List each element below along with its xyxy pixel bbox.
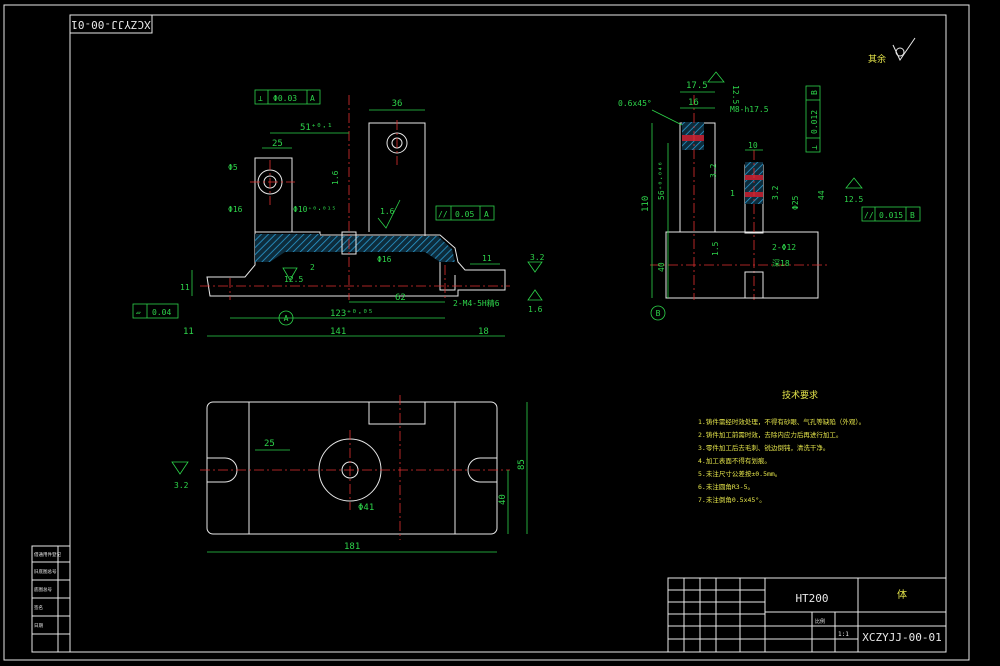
part-name-cell: 体: [897, 589, 907, 601]
dim-25: 25: [272, 139, 283, 149]
side-dim-44: 44: [817, 190, 826, 200]
left-side-strip: 借通用件登记 旧底图总号 底图总号 签名 日期: [31, 545, 71, 653]
roughness-check-symbol: [892, 37, 916, 62]
side-dim-depth18: 深18: [772, 259, 790, 268]
stamp-text: XCZYJJ-00-01: [71, 18, 150, 31]
top-dim-85: 85: [517, 459, 527, 470]
svg-text:0.015: 0.015: [879, 211, 903, 220]
drawing-number-cell: XCZYJJ-00-01: [862, 631, 941, 644]
svg-text://: //: [438, 210, 448, 219]
front-view: 36 25 51⁺⁰·¹ Φ5 Φ16 Φ10⁺⁰·⁰¹⁵ 1.6 1.6 Φ1…: [132, 89, 545, 337]
roughness-note: 其余: [868, 37, 916, 65]
svg-text:⊥: ⊥: [258, 94, 263, 103]
material-cell: HT200: [795, 592, 828, 605]
dim-141: 141: [330, 327, 346, 337]
dim-phi5: Φ5: [228, 163, 238, 172]
sheet-label: 1:1: [838, 631, 849, 638]
side-dim-12-5-top: 12.5: [731, 85, 740, 104]
dim-36: 36: [392, 99, 403, 109]
svg-text:Φ0.03: Φ0.03: [273, 94, 297, 103]
svg-text:0.04: 0.04: [152, 308, 171, 317]
top-base-outline: [206, 401, 498, 535]
roughness-other-label: 其余: [868, 53, 886, 65]
dim-phi16-mid: Φ16: [377, 255, 392, 264]
svg-text:▱: ▱: [136, 308, 141, 317]
gdt-perpendicularity: ⊥ Φ0.03 A: [254, 89, 321, 105]
left-strip-cell-4: 签名: [34, 604, 43, 611]
left-strip-cell-1: 借通用件登记: [34, 551, 61, 558]
left-strip-cell-3: 底图总号: [34, 586, 52, 593]
top-dim-3-2: 3.2: [174, 481, 189, 490]
tech-req-line-4: 4.加工表面不得有划痕。: [698, 456, 771, 465]
dim-3-2: 3.2: [530, 253, 545, 262]
gdt-flatness: ▱ 0.04: [132, 303, 179, 319]
dim-12-5: 12.5: [284, 275, 303, 284]
side-dim-17-5: 17.5: [686, 81, 708, 91]
tech-req-line-1: 1.铸件需经时效处理，不得有砂眼、气孔等缺陷（外观）。: [698, 417, 865, 426]
gdt-parallelism-b: // 0.015 B: [861, 206, 921, 222]
top-dim-40: 40: [498, 494, 508, 505]
svg-text:0.012: 0.012: [810, 110, 819, 134]
technical-requirements: 技术要求 1.铸件需经时效处理，不得有砂眼、气孔等缺陷（外观）。 2.铸件加工前…: [698, 389, 865, 504]
cad-drawing-canvas: XCZYJJ-00-01 其余 36 25 51⁺⁰·¹ Φ5 Φ16 Φ10⁺…: [3, 4, 970, 661]
side-dim-56: 56⁺⁰·⁰⁴⁶: [657, 161, 666, 200]
svg-text:B: B: [810, 90, 819, 95]
dim-thread: 2-M4-5H精6: [453, 298, 500, 308]
tech-req-line-2: 2.铸件加工前需时效，去除内应力后再进行加工。: [698, 430, 842, 439]
front-section-hatch: [255, 234, 455, 262]
tech-req-line-7: 7.未注倒角0.5x45°。: [698, 495, 766, 504]
tech-req-title: 技术要求: [782, 389, 818, 401]
tech-req-line-6: 6.未注圆角R3-5。: [698, 482, 754, 491]
tech-req-line-3: 3.零件加工后去毛刺、锐边倒钝，清洗干净。: [698, 443, 829, 452]
top-dim-181: 181: [344, 542, 360, 552]
tech-req-line-5: 5.未注尺寸公差按±0.5mm。: [698, 469, 781, 478]
side-dim-3-2a: 3.2: [709, 163, 718, 178]
dim-phi10: Φ10⁺⁰·⁰¹⁵: [293, 205, 336, 214]
dim-1-6b: 1.6: [331, 170, 340, 185]
top-dim-phi41: Φ41: [358, 503, 374, 513]
left-upright: [254, 157, 293, 232]
svg-text:0.05: 0.05: [455, 210, 474, 219]
dim-11-bottom: 11: [183, 327, 194, 337]
dim-2: 2: [310, 263, 315, 272]
left-strip-cell-2: 旧底图总号: [34, 568, 57, 575]
side-dim-3-2b: 3.2: [771, 185, 780, 200]
gdt-parallelism: // 0.05 A: [435, 205, 495, 221]
svg-text:B: B: [910, 211, 915, 220]
svg-text://: //: [864, 211, 874, 220]
title-block: HT200 体 XCZYJJ-00-01 比例 1:1: [667, 577, 947, 653]
dim-11-right: 11: [482, 254, 492, 263]
rotated-stamp-box: XCZYJJ-00-01: [69, 14, 153, 34]
side-dim-110: 110: [641, 196, 651, 212]
svg-text:A: A: [310, 94, 315, 103]
side-dim-1-5: 1.5: [711, 241, 720, 256]
left-strip-cell-5: 日期: [34, 623, 43, 629]
datum-a-label: A: [284, 314, 289, 323]
side-dim-12-5-right: 12.5: [844, 195, 863, 204]
top-dim-25: 25: [264, 439, 275, 449]
datum-b-label: B: [656, 309, 661, 318]
side-dim-1: 1: [730, 189, 735, 198]
side-dim-2phi12: 2-Φ12: [772, 243, 796, 252]
side-dim-10: 10: [748, 141, 758, 150]
gdt-perpendicularity-b: B 0.012 ⊥: [805, 85, 821, 153]
side-dim-m8: M8-h17.5: [730, 105, 769, 114]
dim-1-6c: 1.6: [528, 305, 543, 314]
dim-62: 62: [395, 293, 406, 303]
scale-label: 比例: [815, 618, 825, 625]
side-dim-phi25: Φ25: [791, 195, 800, 210]
dim-11-left: 11: [180, 283, 190, 292]
side-view: 17.5 12.5 0.6x45° 16 M8-h17.5 10 3.2 3.2…: [618, 71, 921, 321]
dim-123: 123⁺⁰·⁰⁵: [330, 309, 373, 319]
top-view: 25 3.2 Φ41 85 40 181: [171, 395, 528, 553]
svg-text:A: A: [484, 210, 489, 219]
svg-text:⊥: ⊥: [810, 145, 819, 150]
dim-18: 18: [478, 327, 489, 337]
dim-phi16-left: Φ16: [228, 205, 243, 214]
side-dim-16: 16: [688, 98, 699, 108]
side-dim-40: 40: [657, 262, 666, 272]
dim-51: 51⁺⁰·¹: [300, 123, 333, 133]
side-dim-chamfer: 0.6x45°: [618, 99, 652, 108]
